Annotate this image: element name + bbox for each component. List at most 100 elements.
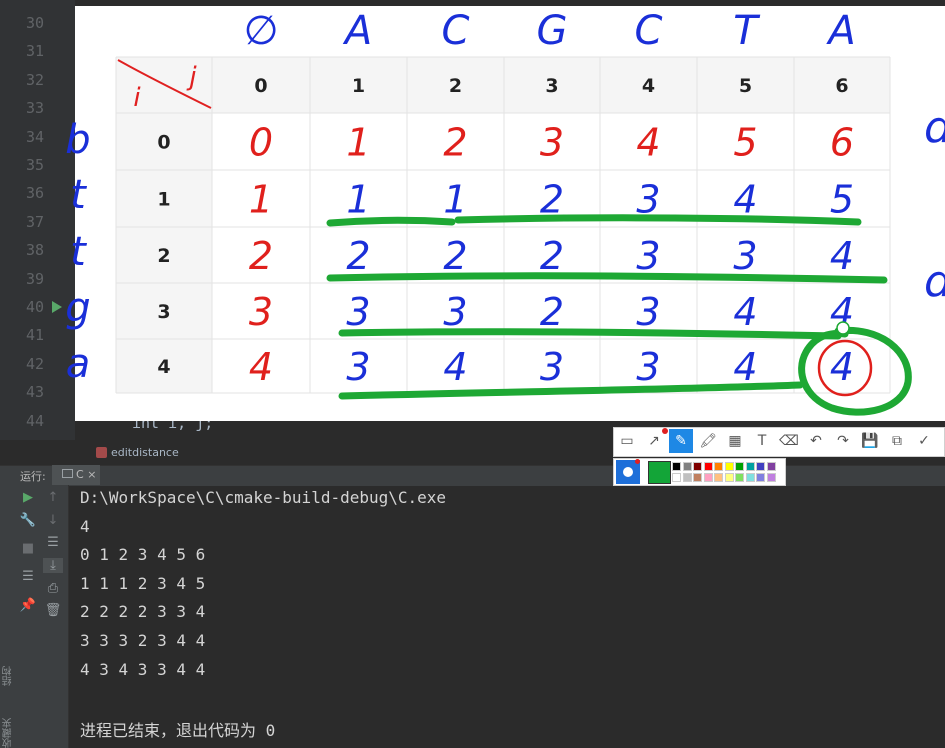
green-underline	[326, 216, 456, 227]
palette-swatch[interactable]	[756, 462, 765, 471]
palette-swatch[interactable]	[745, 473, 755, 482]
row-header: 4	[157, 356, 170, 378]
table-header-row	[116, 57, 890, 113]
console-line: 进程已结束，退出代码为 0	[80, 720, 276, 740]
settings-icon[interactable]: 🔧	[18, 513, 38, 528]
side-letter: t	[70, 172, 87, 218]
palette-swatch[interactable]	[672, 473, 681, 482]
palette-swatch[interactable]	[682, 473, 692, 482]
console-line: D:\WorkSpace\C\cmake-build-debug\C.exe	[80, 488, 447, 507]
pin-icon[interactable]: 📌	[18, 598, 38, 613]
undo-icon[interactable]: ↶	[804, 429, 828, 453]
column-header: 4	[642, 75, 655, 97]
matrix-cell-value: 2	[540, 290, 564, 334]
palette-swatch[interactable]	[682, 462, 692, 471]
palette-swatch[interactable]	[714, 473, 723, 482]
palette-swatch[interactable]	[703, 462, 713, 471]
breadcrumb[interactable]: editdistance	[111, 446, 179, 459]
row-header: 2	[157, 245, 170, 267]
palette-swatch[interactable]	[735, 462, 744, 471]
structure-tab[interactable]: 结构	[1, 666, 16, 686]
matrix-cell-value: 3	[636, 234, 660, 278]
right-letter: d	[924, 256, 945, 307]
palette-swatch[interactable]	[745, 462, 755, 471]
green-underline	[326, 272, 888, 284]
palette-swatch[interactable]	[693, 462, 702, 471]
column-header: 0	[254, 75, 267, 97]
top-letter: A	[342, 8, 372, 54]
matrix-cell-value: 4	[733, 345, 757, 389]
line-tool-badge	[662, 428, 668, 434]
matrix-cell-value: 6	[830, 121, 854, 165]
matrix-cell-value: 5	[830, 178, 854, 222]
eraser-tool-icon[interactable]: ⌫	[777, 429, 801, 453]
save-icon[interactable]: 💾	[858, 429, 882, 453]
palette-swatch[interactable]	[724, 462, 734, 471]
row-header: 1	[157, 189, 170, 211]
row-header: 3	[157, 301, 170, 323]
marker-tool-icon[interactable]: 🖍	[696, 429, 720, 453]
corner-i-label: i	[133, 83, 141, 113]
green-underline	[338, 328, 842, 340]
palette-swatch[interactable]	[703, 473, 713, 482]
matrix-cell-value: 1	[346, 178, 370, 222]
scroll-to-end-icon[interactable]: ⤓	[43, 558, 63, 573]
matrix-cell-value: 5	[733, 121, 757, 165]
console-line: 3 3 3 2 3 4 4	[80, 631, 206, 650]
palette-swatch[interactable]	[724, 473, 734, 482]
matrix-cell-value: 4	[249, 345, 273, 389]
function-icon	[96, 447, 107, 458]
column-header: 6	[835, 75, 848, 97]
scroll-up-icon[interactable]: ↑	[43, 490, 63, 505]
confirm-icon[interactable]: ✓	[912, 429, 936, 453]
palette-swatch[interactable]	[766, 473, 776, 482]
close-tab-icon[interactable]: ×	[87, 468, 96, 481]
run-panel-label: 运行:	[20, 470, 46, 483]
palette-swatch[interactable]	[756, 473, 765, 482]
matrix-cell-value: 2	[443, 234, 467, 278]
column-header: 3	[545, 75, 558, 97]
matrix-cell-value: 0	[249, 121, 273, 165]
trash-icon[interactable]: 🗑	[43, 603, 63, 618]
pen-tool-icon[interactable]: ✎	[669, 429, 693, 453]
side-letter: t	[70, 229, 87, 275]
scroll-down-icon[interactable]: ↓	[43, 513, 63, 528]
green-underline	[454, 214, 862, 226]
rect-tool-icon[interactable]: ▭	[615, 429, 639, 453]
favorites-tab[interactable]: 收藏夹	[1, 718, 16, 748]
mosaic-tool-icon[interactable]: ▦	[723, 429, 747, 453]
matrix-cell-value: 3	[636, 345, 660, 389]
redo-icon[interactable]: ↷	[831, 429, 855, 453]
palette-swatch[interactable]	[735, 473, 744, 482]
top-letter: ∅	[244, 8, 279, 54]
palette-swatch[interactable]	[693, 473, 702, 482]
current-color-swatch[interactable]	[648, 461, 671, 484]
top-letter: T	[733, 8, 761, 54]
copy-icon[interactable]: ⧉	[885, 429, 909, 453]
palette-swatch[interactable]	[672, 462, 681, 471]
soft-wrap-icon[interactable]: ☰	[43, 535, 63, 550]
matrix-cell-value: 4	[443, 345, 467, 389]
matrix-cell-value: 3	[540, 121, 564, 165]
console-line: 4 3 4 3 3 4 4	[80, 659, 206, 679]
palette-swatch[interactable]	[766, 462, 776, 471]
palette-swatch[interactable]	[714, 462, 723, 471]
matrix-cell-value: 1	[249, 178, 273, 222]
matrix-cell-value: 3	[733, 234, 757, 278]
matrix-cell-value: 2	[443, 121, 467, 165]
column-header: 2	[449, 75, 462, 97]
side-letter: a	[66, 341, 91, 387]
text-tool-icon[interactable]: T	[750, 429, 774, 453]
matrix-cell-value: 2	[540, 234, 564, 278]
stop-icon[interactable]: ■	[18, 541, 38, 556]
handwriting-overlay: ij012345601234∅ACGCTAbttgadd012345611123…	[65, 8, 945, 416]
matrix-cell-value: 4	[830, 234, 854, 278]
matrix-cell-value: 3	[540, 345, 564, 389]
console-line: 1 1 1 2 3 4 5	[80, 573, 206, 593]
side-letter: g	[65, 285, 90, 331]
print-icon[interactable]: ⎙	[43, 581, 63, 596]
matrix-cell-value: 3	[249, 290, 273, 334]
layout-icon[interactable]: ☰	[18, 569, 38, 584]
rerun-icon[interactable]: ▶	[18, 490, 38, 505]
side-letter: b	[65, 117, 90, 163]
